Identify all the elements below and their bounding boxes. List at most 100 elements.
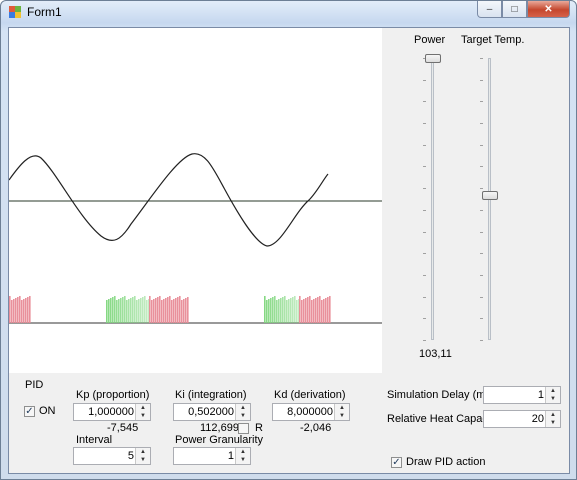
draw-pid-label: Draw PID action [406,456,486,468]
target-temp-slider-thumb[interactable] [482,191,498,200]
pid-action-bar [17,297,19,323]
spin-up-icon: ▲ [550,412,556,418]
pid-action-bar [106,300,108,323]
simulation-delay-value: 1 [537,389,544,401]
maximize-button[interactable]: □ [502,1,527,18]
kp-spinner[interactable]: ▲ ▼ [135,404,150,420]
pid-action-bar [284,296,286,323]
pid-on-label: ON [39,405,56,417]
slider-tick [480,144,483,146]
slider-tick [480,318,483,320]
pid-action-bar [146,300,148,323]
ki-input[interactable]: 0,502000 ▲ ▼ [173,403,251,421]
pid-action-bar [15,298,17,323]
pid-action-bar [134,296,136,323]
slider-tick [423,253,426,255]
pid-action-bar [292,297,294,323]
power-granularity-spinner[interactable]: ▲ ▼ [235,448,250,464]
pid-action-bar [329,296,331,323]
simulation-delay-spinner[interactable]: ▲ ▼ [545,387,560,403]
spin-down-icon: ▼ [339,413,345,419]
close-button[interactable]: ✕ [527,1,570,18]
interval-spinner[interactable]: ▲ ▼ [135,448,150,464]
heat-capacity-spinner[interactable]: ▲ ▼ [545,411,560,427]
slider-tick [480,296,483,298]
kp-input[interactable]: 1,000000 ▲ ▼ [73,403,151,421]
pid-action-bar [319,296,321,323]
pid-action-bar [165,298,167,323]
kd-readout: -2,046 [300,422,332,434]
spin-down-icon: ▼ [550,396,556,402]
slider-tick [480,253,483,255]
pid-action-bar [124,296,126,323]
pid-action-bars [9,296,331,323]
slider-tick [480,123,483,125]
kd-input[interactable]: 8,000000 ▲ ▼ [272,403,350,421]
pid-action-bar [161,300,163,323]
pid-action-bar [175,298,177,323]
slider-tick [480,231,483,233]
pid-action-bar [140,298,142,323]
kd-label: Kd (derivation) [274,389,346,401]
interval-label: Interval [76,434,113,446]
pid-action-bar [311,300,313,323]
pid-action-bar [327,297,329,323]
pid-action-bar [149,296,151,323]
pid-action-bar [13,299,15,323]
slider-tick [480,209,483,211]
interval-input[interactable]: 5 ▲ ▼ [73,447,151,465]
slider-tick [423,79,426,81]
pid-action-bar [173,299,175,323]
pid-action-bar [23,299,25,323]
power-track[interactable] [431,58,434,340]
pid-action-bar [153,299,155,323]
power-label: Power [414,34,446,46]
checkmark-icon: ✓ [25,406,34,417]
pid-action-bar [177,297,179,323]
pid-action-bar [122,297,124,323]
kp-readout: -7,545 [107,422,139,434]
ki-value: 0,502000 [188,406,234,418]
pid-action-bar [313,299,315,323]
pid-action-bar [155,298,157,323]
power-slider-thumb[interactable] [425,54,441,63]
minimize-button[interactable]: – [477,1,502,18]
kd-spinner[interactable]: ▲ ▼ [334,404,349,420]
pid-action-bar [126,300,128,323]
pid-action-bar [290,298,292,323]
ki-spinner[interactable]: ▲ ▼ [235,404,250,420]
simulation-delay-input[interactable]: 1 ▲ ▼ [483,386,561,404]
power-granularity-input[interactable]: 1 ▲ ▼ [173,447,251,465]
pid-action-bar [159,296,161,323]
pid-action-bar [9,296,11,323]
pid-action-bar [294,296,296,323]
simulation-delay-label: Simulation Delay (ms) [387,389,495,401]
spin-down-icon: ▼ [240,413,246,419]
form-client-area: Power 103,11 Target Temp. PID ✓ ON Kp (p… [8,27,570,474]
pid-action-bar [325,298,327,323]
pid-action-bar [169,296,171,323]
power-ticks [423,58,427,341]
title-bar[interactable]: Form1 – □ ✕ [1,1,576,23]
pid-action-bar [128,299,130,323]
r-checkbox[interactable] [238,423,249,434]
pid-action-bar [305,298,307,323]
pid-action-bar [282,297,284,323]
pid-action-bar [286,300,288,323]
slider-tick [423,318,426,320]
pid-action-bar [309,296,311,323]
pid-on-checkbox[interactable]: ✓ [24,406,35,417]
pid-action-bar [110,298,112,323]
pid-action-bar [268,299,270,323]
spin-up-icon: ▲ [240,449,246,455]
pid-action-bar [315,298,317,323]
pid-action-bar [142,297,144,323]
slider-tick [423,209,426,211]
draw-pid-checkbox[interactable]: ✓ [391,457,402,468]
heat-capacity-input[interactable]: 20 ▲ ▼ [483,410,561,428]
spin-down-icon: ▼ [550,420,556,426]
pid-action-bar [276,300,278,323]
spin-up-icon: ▲ [140,449,146,455]
ki-label: Ki (integration) [175,389,247,401]
app-window: Form1 – □ ✕ Power 103,11 Target Temp. PI… [0,0,577,480]
